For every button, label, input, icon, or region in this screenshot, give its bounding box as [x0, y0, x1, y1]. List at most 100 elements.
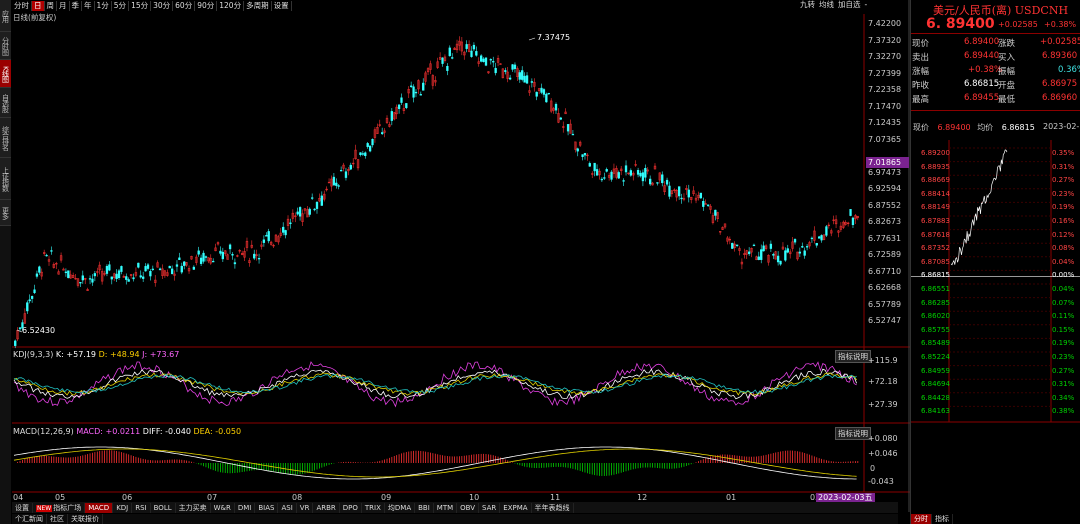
- macd-axis-4: -0.043: [868, 477, 894, 486]
- mini-left-axis-label: 6.88669: [921, 176, 950, 185]
- tab-expma[interactable]: EXPMA: [500, 502, 532, 513]
- candle-body: [93, 273, 97, 277]
- price-axis-label: 7.32270: [868, 52, 902, 61]
- tab-dma[interactable]: 均DMA: [385, 502, 416, 513]
- candle-body: [105, 266, 109, 274]
- side-tab-ranking[interactable]: 综合排名: [0, 118, 11, 158]
- candle-body: [289, 222, 292, 224]
- label-current: 现价: [912, 39, 930, 49]
- candle-body: [91, 278, 94, 283]
- candle-body: [381, 132, 384, 135]
- candle-body: [566, 124, 570, 132]
- mini-left-axis-label: 6.88414: [921, 189, 950, 198]
- value-change: +0.02585: [1040, 37, 1080, 47]
- quote-row-3: 涨幅 +0.38% 振幅 0.36%: [912, 65, 1080, 79]
- value-pct: +0.38%: [968, 65, 1003, 75]
- candle-body: [371, 139, 374, 146]
- candle-body: [108, 264, 111, 271]
- tab-boll[interactable]: BOLL: [151, 502, 176, 513]
- candle-body: [192, 266, 196, 270]
- price-axis-label: 7.07365: [868, 134, 902, 144]
- tab-asi[interactable]: ASI: [278, 502, 297, 513]
- candle-body: [757, 256, 760, 260]
- month-label: 12: [637, 493, 648, 502]
- candle-body: [735, 244, 739, 246]
- tab-arbr[interactable]: ARBR: [313, 502, 340, 513]
- tab-obv[interactable]: OBV: [457, 502, 480, 513]
- side-tab-shanghai-index[interactable]: 上证指数: [0, 158, 11, 200]
- candle-body: [448, 47, 451, 57]
- candle-body: [219, 250, 222, 254]
- tab-trix[interactable]: TRIX: [362, 502, 385, 513]
- tab-sar[interactable]: SAR: [479, 502, 501, 513]
- tab-community[interactable]: 社区: [47, 514, 68, 524]
- mini-right-axis-label: 0.31%: [1052, 162, 1075, 171]
- candle-body: [595, 169, 599, 176]
- tab-indicator-square[interactable]: NEW 指标广场: [33, 502, 86, 513]
- candle-body: [267, 231, 270, 242]
- candle-body: [680, 197, 683, 200]
- candle-body: [803, 250, 806, 256]
- candle-body: [644, 167, 647, 178]
- indicator-tab-bar: 设置 NEW 指标广场 MACD KDJ RSI BOLL 主力买卖 W&R DM…: [12, 502, 898, 513]
- candle-body: [45, 254, 48, 257]
- candle-body: [313, 208, 316, 211]
- tab-timeshare-bottom[interactable]: 分时: [911, 514, 932, 524]
- candle-body: [600, 178, 604, 181]
- candle-body: [405, 103, 408, 108]
- candle-body: [702, 200, 705, 207]
- price-axis-label: 6.97473: [868, 167, 902, 177]
- candle-body: [588, 163, 591, 167]
- macd-help-button[interactable]: 指标说明: [835, 427, 871, 440]
- tab-indicator-bottom[interactable]: 指标: [932, 514, 953, 524]
- label-bid: 买入: [998, 53, 1016, 63]
- quote-row-1: 现价 6.89400 涨跌 +0.02585: [912, 37, 1080, 51]
- tab-dmi[interactable]: DMI: [235, 502, 256, 513]
- tab-rsi[interactable]: RSI: [132, 502, 151, 513]
- candle-body: [547, 92, 550, 95]
- tab-main-trade[interactable]: 主力买卖: [176, 502, 211, 513]
- price-axis-label: 7.12435: [868, 118, 902, 127]
- macd-diff-value: DIFF: -0.040: [142, 427, 191, 436]
- max-price-label: 7.37475: [537, 33, 571, 42]
- tab-indicator-settings[interactable]: 设置: [12, 502, 33, 513]
- candle-body: [221, 251, 224, 260]
- value-prev-close: 6.86815: [964, 79, 1000, 89]
- tab-mtm[interactable]: MTM: [434, 502, 458, 513]
- candle-body: [64, 271, 68, 273]
- side-tab-more[interactable]: 更多: [0, 200, 11, 226]
- side-tab-app[interactable]: 应用: [0, 0, 11, 32]
- month-label: 01: [726, 493, 737, 502]
- candle-body: [335, 182, 338, 186]
- candle-body: [344, 171, 348, 178]
- candle-body: [518, 72, 521, 80]
- candle-body: [801, 246, 804, 248]
- side-tab-timeshare[interactable]: 分时图: [0, 32, 11, 60]
- tab-half-year-trend[interactable]: 半年表趋线: [532, 502, 574, 513]
- side-tab-watchlist[interactable]: 自选股: [0, 88, 11, 118]
- label-amplitude: 振幅: [998, 67, 1016, 77]
- tab-dpo[interactable]: DPO: [340, 502, 362, 513]
- tab-bbi[interactable]: BBI: [415, 502, 434, 513]
- tab-related-quotes[interactable]: 关联报价: [68, 514, 103, 524]
- kdj-help-button[interactable]: 指标说明: [835, 350, 871, 363]
- candle-body: [571, 133, 575, 136]
- candle-body: [665, 179, 669, 185]
- candle-body: [504, 70, 507, 72]
- tab-macd[interactable]: MACD: [85, 502, 114, 513]
- mini-right-axis-label: 0.35%: [1052, 149, 1075, 157]
- tab-wr[interactable]: W&R: [211, 502, 235, 513]
- candle-body: [81, 275, 84, 281]
- tab-kdj[interactable]: KDJ: [113, 502, 133, 513]
- tab-vr[interactable]: VR: [297, 502, 314, 513]
- candle-body: [146, 264, 150, 269]
- candle-body: [311, 197, 314, 199]
- side-tab-kline[interactable]: K线图: [0, 60, 11, 88]
- tab-bias[interactable]: BIAS: [255, 502, 279, 513]
- candle-body: [28, 299, 31, 302]
- candle-body: [368, 145, 372, 152]
- candle-body: [199, 257, 203, 264]
- candle-body: [706, 204, 710, 206]
- tab-fx-news[interactable]: 个汇新闻: [12, 514, 47, 524]
- candle-body: [262, 239, 266, 243]
